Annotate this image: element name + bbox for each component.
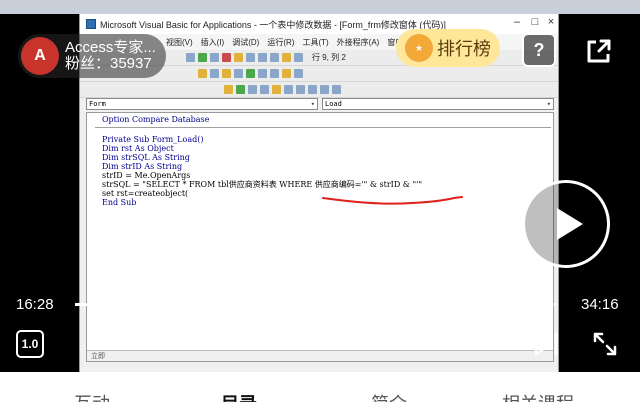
video-player[interactable]: Microsoft Visual Basic for Applications … (0, 0, 640, 372)
code-line: Dim strSQL As String (102, 153, 190, 162)
maximize-icon: □ (531, 16, 539, 28)
properties-icon (258, 53, 267, 62)
total-time: 34:16 (581, 296, 619, 313)
procedure-separator (95, 127, 551, 128)
video-top-strip (0, 0, 640, 14)
speed-label: 1.0 (21, 337, 39, 351)
toolbar-icon (308, 85, 317, 94)
toolbar-icon (282, 69, 291, 78)
object-combo: Form (86, 98, 318, 110)
current-time: 16:28 (16, 296, 54, 313)
uploader-name[interactable]: Access专家... (65, 40, 156, 56)
rank-button[interactable]: ★ 排行榜 (396, 29, 500, 67)
vba-app-icon (86, 19, 96, 29)
toolbar-icon (186, 53, 195, 62)
menu-item: 插入(I) (200, 37, 225, 47)
toolbar-icon (284, 85, 293, 94)
vba-combos: Form Load (86, 98, 554, 110)
code-pane: Option Compare Database Private Sub Form… (86, 112, 554, 362)
toolbar-icon (260, 85, 269, 94)
course-tabs: 互动 目录 简介 相关课程 (0, 372, 640, 402)
object-browser-icon (270, 53, 279, 62)
code-line: Dim rst As Object (102, 144, 174, 153)
tab-interaction[interactable]: 互动 (74, 390, 110, 402)
uploader-info[interactable]: A Access专家... 粉丝：35937 (18, 34, 166, 78)
pause-icon (210, 53, 219, 62)
menu-item: 外接程序(A) (336, 37, 380, 47)
menu-item: 工具(T) (302, 37, 329, 47)
vba-window-title: Microsoft Visual Basic for Applications … (100, 19, 446, 30)
play-icon (557, 208, 583, 240)
minimize-icon: – (513, 16, 521, 28)
speed-button[interactable]: 1.0 (16, 330, 44, 358)
toolbar-icon (236, 85, 245, 94)
next-episode-icon[interactable] (533, 331, 559, 357)
toolbar-icon (248, 85, 257, 94)
run-icon (198, 53, 207, 62)
toolbox-icon (282, 53, 291, 62)
toolbar-icon (210, 69, 219, 78)
fullscreen-icon[interactable] (592, 331, 618, 357)
code-line: Option Compare Database (102, 115, 210, 124)
menu-item: 运行(R) (267, 37, 295, 47)
progress-fill (75, 303, 307, 306)
tab-related-courses[interactable]: 相关课程 (502, 390, 574, 402)
play-button[interactable] (522, 180, 610, 268)
code-line: set rst=createobject( (102, 189, 189, 198)
toolbar-icon (198, 69, 207, 78)
toolbar-icon (222, 69, 231, 78)
code-line: Dim strID As String (102, 162, 183, 171)
toolbar-icon (296, 85, 305, 94)
tab-catalog[interactable]: 目录 (221, 390, 257, 402)
toolbar-icon (246, 69, 255, 78)
immediate-window-label: 立即 (87, 350, 553, 361)
menu-item: 调试(D) (232, 37, 260, 47)
cursor-position: 行 9, 列 2 (312, 53, 346, 62)
fan-count: 粉丝：35937 (65, 55, 152, 72)
help-small-icon (294, 53, 303, 62)
procedure-combo: Load (322, 98, 554, 110)
avatar[interactable]: A (21, 37, 59, 75)
close-icon: × (547, 16, 555, 28)
share-icon[interactable] (582, 34, 616, 68)
rank-label: 排行榜 (437, 39, 491, 59)
toolbar-icon (320, 85, 329, 94)
toolbar-icon (270, 69, 279, 78)
design-icon (234, 53, 243, 62)
vba-toolbar-debug (80, 82, 558, 98)
medal-icon: ★ (405, 34, 433, 62)
toolbar-icon (332, 85, 341, 94)
toolbar-icon (258, 69, 267, 78)
code-line: Private Sub Form_Load() (102, 135, 204, 144)
reset-icon (222, 53, 231, 62)
red-annotation-underline (322, 196, 463, 205)
tab-intro[interactable]: 简介 (371, 390, 407, 402)
menu-item: 视图(V) (166, 37, 193, 47)
toolbar-icon (272, 85, 281, 94)
toolbar-icon (234, 69, 243, 78)
progress-bar[interactable] (75, 298, 557, 311)
code-line: strID = Me.OpenArgs (102, 171, 191, 180)
toolbar-icon (224, 85, 233, 94)
code-line: End Sub (102, 198, 137, 207)
code-line: strSQL = "SELECT * FROM tbl供应商资料表 WHERE … (102, 180, 423, 189)
help-icon[interactable]: ? (522, 33, 556, 67)
toolbar-icon (294, 69, 303, 78)
project-icon (246, 53, 255, 62)
